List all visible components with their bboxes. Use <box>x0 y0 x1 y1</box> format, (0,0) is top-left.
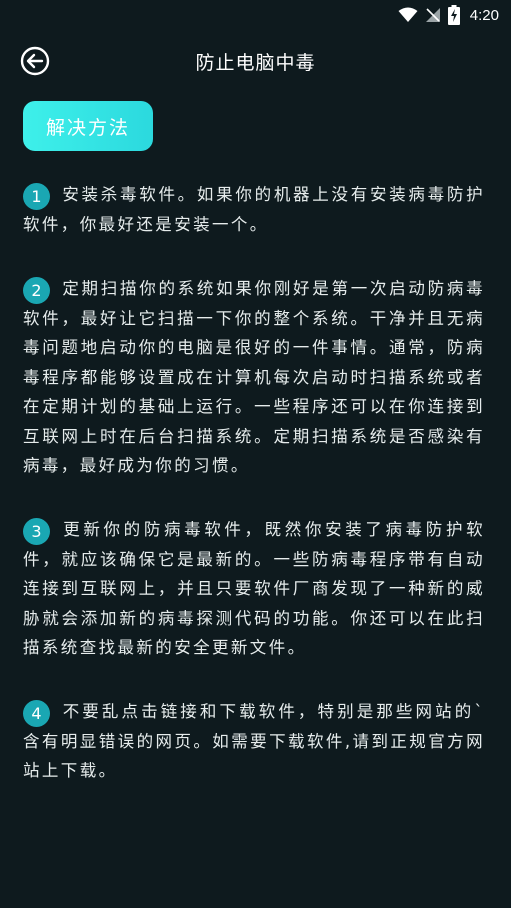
battery-charging-icon <box>447 5 460 25</box>
signal-off-icon <box>425 8 440 22</box>
item-text: 安装杀毒软件。如果你的机器上没有安装病毒防护软件，你最好还是安装一个。 <box>23 185 485 234</box>
content-list: 1 安装杀毒软件。如果你的机器上没有安装病毒防护软件，你最好还是安装一个。 2 定期… <box>23 180 485 820</box>
number-badge: 1 <box>23 183 50 210</box>
solution-button[interactable]: 解决方法 <box>23 101 153 151</box>
page-title: 防止电脑中毒 <box>195 52 316 74</box>
number-badge: 4 <box>23 699 50 727</box>
item-text: 定期扫描你的系统如果你刚好是第一次启动防病毒软件，最好让它扫描一下你的整个系统。… <box>23 278 485 476</box>
status-bar: 4:20 <box>0 0 511 30</box>
list-item: 4 不要乱点击链接和下载软件，特别是那些网站的`含有明显错误的网页。如需要下载软件… <box>23 697 485 786</box>
list-item: 1 安装杀毒软件。如果你的机器上没有安装病毒防护软件，你最好还是安装一个。 <box>23 180 485 240</box>
number-badge: 2 <box>23 276 50 304</box>
list-item: 3 更新你的防病毒软件，既然你安装了病毒防护软件，就应该确保它是最新的。一些防病毒… <box>23 515 485 663</box>
wifi-icon <box>398 7 418 22</box>
number-badge: 3 <box>23 517 50 545</box>
item-text: 不要乱点击链接和下载软件，特别是那些网站的`含有明显错误的网页。如需要下载软件,… <box>23 701 485 781</box>
header: 防止电脑中毒 <box>0 34 511 86</box>
item-text: 更新你的防病毒软件，既然你安装了病毒防护软件，就应该确保它是最新的。一些防病毒程… <box>23 519 485 658</box>
list-item: 2 定期扫描你的系统如果你刚好是第一次启动防病毒软件，最好让它扫描一下你的整个系统… <box>23 274 485 481</box>
status-time: 4:20 <box>469 6 499 24</box>
